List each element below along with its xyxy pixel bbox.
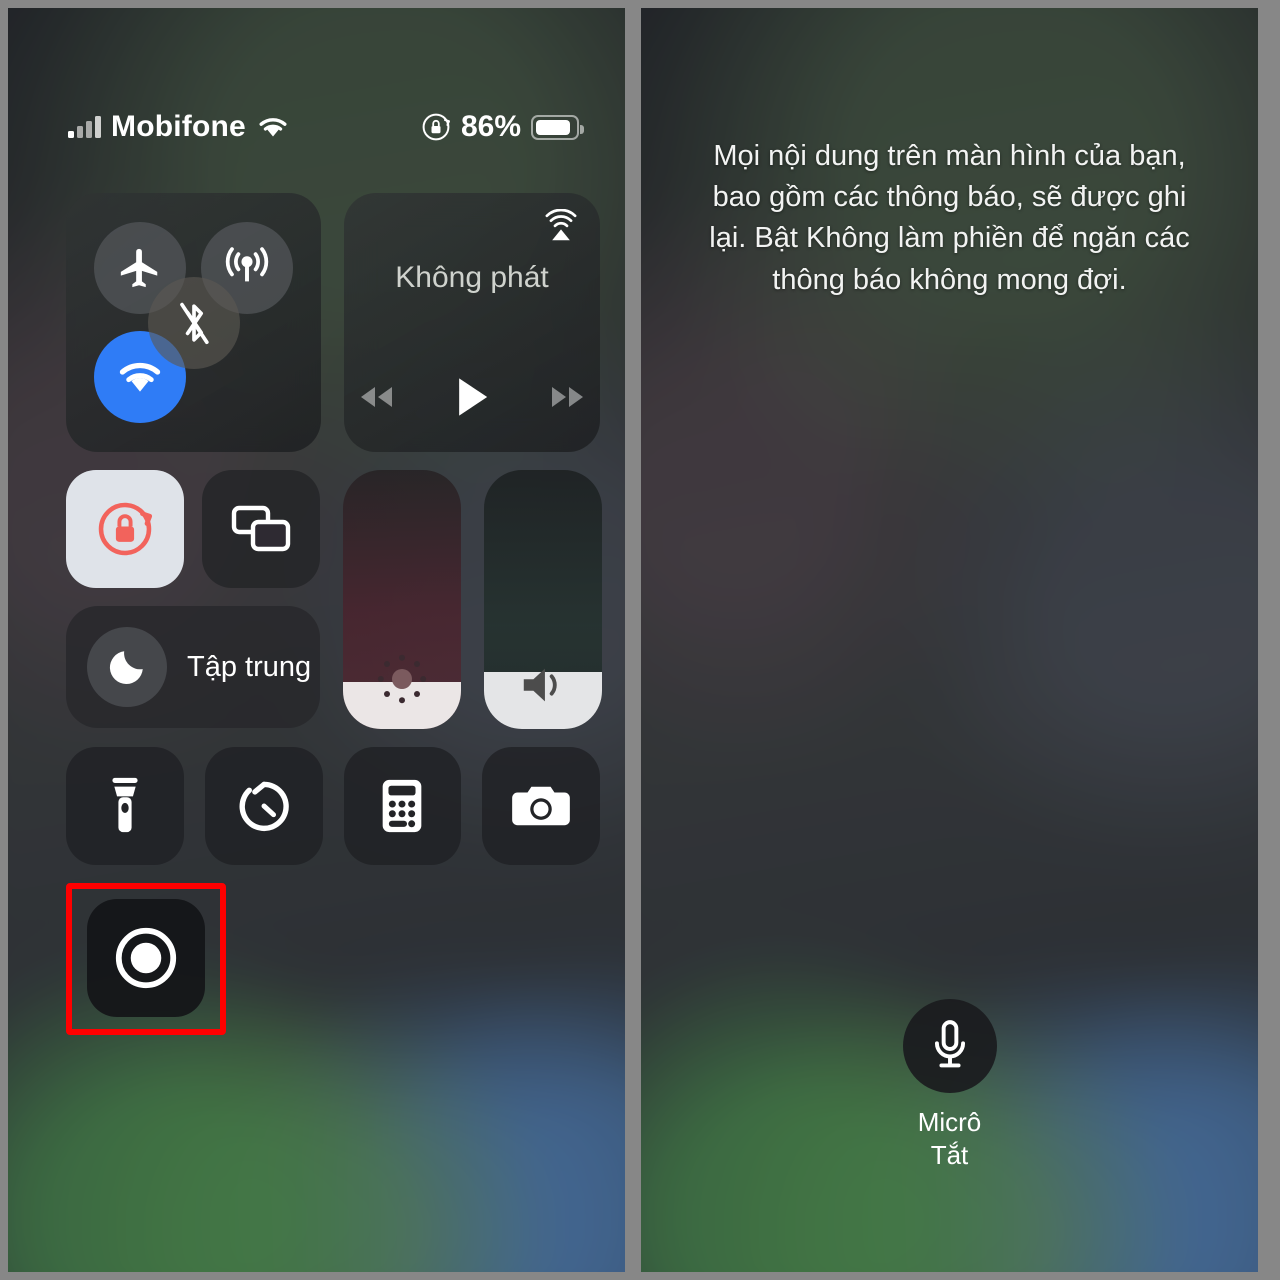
- right-phone-screen: Mọi nội dung trên màn hình của bạn, bao …: [641, 8, 1258, 1272]
- flashlight-icon: [112, 777, 138, 833]
- control-center: Không phát Tập trung: [66, 193, 602, 1035]
- microphone-section: Micrô Tắt: [641, 999, 1258, 1171]
- brightness-icon: [343, 651, 461, 707]
- microphone-icon: [934, 1020, 965, 1068]
- play-icon[interactable]: [454, 376, 490, 418]
- calculator-button[interactable]: [343, 747, 462, 865]
- signal-bars-icon: [68, 116, 101, 138]
- brightness-slider[interactable]: [343, 470, 461, 729]
- bluetooth-button[interactable]: [147, 276, 240, 369]
- rewind-icon[interactable]: [358, 384, 396, 410]
- utility-row: [66, 747, 600, 865]
- volume-icon: [484, 663, 602, 707]
- rotation-lock-icon: [98, 502, 153, 556]
- wifi-icon: [259, 118, 287, 137]
- screen-mirroring-button[interactable]: [202, 470, 320, 588]
- microphone-label: Micrô: [917, 1107, 982, 1137]
- status-bar: Mobifone 86%: [8, 104, 625, 150]
- timer-icon: [239, 781, 289, 832]
- camera-button[interactable]: [482, 747, 600, 865]
- microphone-state-label: Tắt: [930, 1140, 969, 1170]
- now-playing-label: Không phát: [395, 261, 549, 294]
- record-icon: [115, 927, 177, 989]
- volume-slider[interactable]: [484, 470, 602, 729]
- screenshot-stage: Mobifone 86% Không phát Tập trung Mọi nộ…: [0, 0, 1280, 1280]
- airplane-mode-icon: [120, 248, 157, 287]
- focus-label: Tập trung: [187, 650, 312, 683]
- wifi-icon: [119, 363, 160, 392]
- screen-record-row: [66, 883, 600, 1035]
- carrier-label: Mobifone: [111, 110, 246, 143]
- media-module[interactable]: Không phát: [344, 193, 600, 452]
- rotation-lock-button[interactable]: [66, 470, 184, 588]
- battery-percent-label: 86%: [460, 110, 521, 143]
- flashlight-button[interactable]: [66, 747, 184, 865]
- airplay-icon[interactable]: [542, 208, 580, 252]
- bluetooth-icon: [179, 302, 209, 344]
- screen-mirroring-icon: [231, 505, 291, 552]
- left-phone-screen: Mobifone 86% Không phát Tập trung: [8, 8, 625, 1272]
- camera-icon: [512, 786, 570, 826]
- recording-description-text: Mọi nội dung trên màn hình của bạn, bao …: [709, 140, 1190, 296]
- moon-icon: [87, 627, 167, 707]
- battery-icon: [531, 114, 584, 140]
- connectivity-module: [66, 193, 321, 452]
- focus-button[interactable]: Tập trung: [66, 606, 320, 728]
- screen-record-button[interactable]: [87, 899, 205, 1017]
- cellular-data-icon: [226, 246, 269, 282]
- fast-forward-icon[interactable]: [548, 384, 586, 410]
- microphone-button[interactable]: [902, 999, 997, 1093]
- calculator-icon: [383, 779, 422, 833]
- timer-button[interactable]: [204, 747, 323, 865]
- rotation-lock-icon: [422, 113, 450, 141]
